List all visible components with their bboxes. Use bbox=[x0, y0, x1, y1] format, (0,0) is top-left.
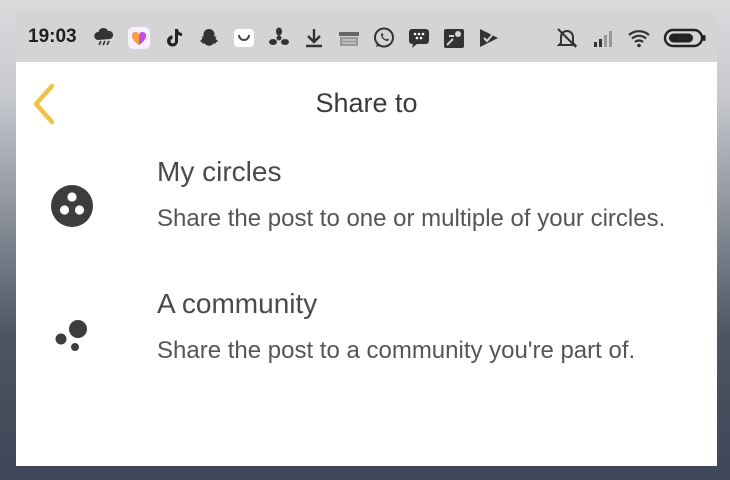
tiktok-icon bbox=[162, 26, 186, 50]
notification-icons bbox=[92, 24, 501, 52]
option-title: My circles bbox=[157, 156, 282, 187]
option-my-circles[interactable]: My circles Share the post to one or mult… bbox=[16, 156, 717, 276]
bell-muted-icon bbox=[555, 26, 579, 50]
maps-icon bbox=[442, 26, 466, 50]
circles-icon bbox=[51, 185, 93, 227]
snapchat-icon bbox=[197, 26, 221, 50]
checkmark-app-icon bbox=[477, 26, 501, 50]
page-title: Share to bbox=[315, 88, 418, 118]
community-icon bbox=[55, 320, 87, 351]
header: Share to bbox=[16, 62, 717, 148]
status-time: 19:03 bbox=[28, 26, 77, 47]
blackberry-icon bbox=[407, 26, 431, 50]
shopping-bag-icon bbox=[232, 26, 256, 50]
phone-screen: 19:03 Share to My circles Share the post… bbox=[16, 14, 717, 466]
option-community[interactable]: A community Share the post to a communit… bbox=[16, 288, 717, 408]
wifi-icon bbox=[627, 26, 651, 50]
signal-icon bbox=[591, 26, 615, 50]
battery-icon bbox=[663, 26, 707, 50]
fan-app-icon bbox=[267, 26, 291, 50]
download-icon bbox=[302, 26, 326, 50]
option-title: A community bbox=[157, 288, 318, 319]
amazon-icon bbox=[337, 26, 361, 50]
weather-storm-icon bbox=[92, 26, 116, 50]
status-bar: 19:03 bbox=[16, 14, 717, 62]
photo-app-icon bbox=[127, 26, 151, 50]
system-icons bbox=[555, 24, 707, 52]
option-description: Share the post to one or multiple of you… bbox=[157, 205, 666, 232]
option-description: Share the post to a community you're par… bbox=[157, 337, 636, 364]
whatsapp-icon bbox=[372, 26, 396, 50]
